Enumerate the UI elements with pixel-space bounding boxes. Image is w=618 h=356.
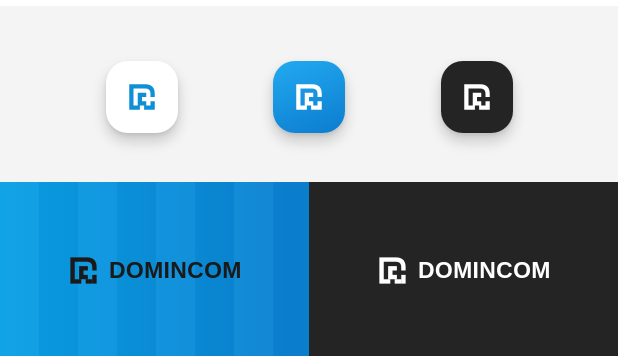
app-icon-black bbox=[441, 61, 513, 133]
dc-logo-mark-icon bbox=[66, 253, 101, 288]
app-icon-blue bbox=[273, 61, 345, 133]
logo-banner-dark: DOMINCOM bbox=[309, 182, 618, 356]
app-icon-white bbox=[106, 61, 178, 133]
dc-logo-mark-icon bbox=[375, 253, 410, 288]
background-stripe bbox=[273, 182, 309, 356]
background-stripe bbox=[0, 182, 39, 356]
app-icon-showcase bbox=[0, 6, 618, 182]
logo-lockup-blue: DOMINCOM bbox=[66, 252, 242, 288]
brand-wordmark: DOMINCOM bbox=[418, 256, 551, 283]
brand-board: DOMINCOM DOMINCOM bbox=[0, 0, 618, 356]
brand-wordmark: DOMINCOM bbox=[109, 256, 242, 283]
logo-banner-blue: DOMINCOM bbox=[0, 182, 309, 356]
logo-lockup-dark: DOMINCOM bbox=[375, 252, 551, 288]
dc-monogram-icon bbox=[125, 80, 159, 114]
dc-monogram-icon bbox=[460, 80, 494, 114]
dc-monogram-icon bbox=[292, 80, 326, 114]
